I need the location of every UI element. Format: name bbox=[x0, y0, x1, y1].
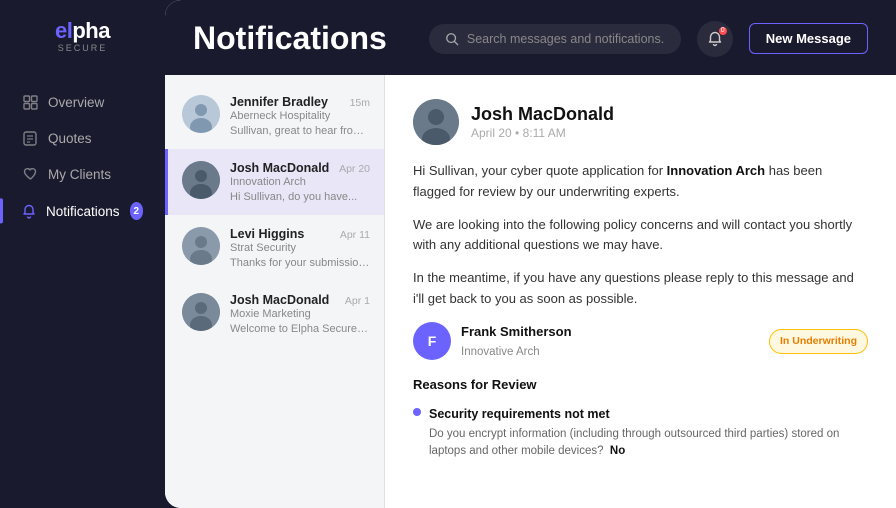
detail-body: Hi Sullivan, your cyber quote applicatio… bbox=[413, 161, 868, 484]
heart-icon bbox=[22, 166, 38, 182]
reason-content: Security requirements not met Do you enc… bbox=[429, 404, 868, 461]
notification-badge: 2 bbox=[130, 202, 143, 220]
reason-description: Do you encrypt information (including th… bbox=[429, 426, 868, 461]
message-time: Apr 20 bbox=[339, 163, 370, 175]
avatar-img bbox=[182, 227, 220, 265]
sidebar: elpha secure Overview bbox=[0, 0, 165, 508]
message-info: Jennifer Bradley 15m Aberneck Hospitalit… bbox=[230, 95, 370, 137]
detail-avatar bbox=[413, 99, 459, 145]
detail-header: Josh MacDonald April 20 • 8:11 AM bbox=[413, 99, 868, 145]
message-preview: Welcome to Elpha Secure y... bbox=[230, 323, 370, 335]
reviewer-avatar: F bbox=[413, 322, 451, 360]
sidebar-item-label: My Clients bbox=[48, 167, 111, 182]
file-icon bbox=[22, 130, 38, 146]
search-bar[interactable] bbox=[429, 24, 681, 54]
content-area: Jennifer Bradley 15m Aberneck Hospitalit… bbox=[165, 75, 896, 508]
avatar bbox=[182, 227, 220, 265]
company-highlight: Innovation Arch bbox=[667, 163, 765, 178]
sidebar-item-overview[interactable]: Overview bbox=[10, 85, 155, 119]
message-time: 15m bbox=[350, 97, 370, 109]
detail-paragraph-3: In the meantime, if you have any questio… bbox=[413, 268, 868, 310]
reviewer-card: F Frank Smitherson Innovative Arch In Un… bbox=[413, 322, 868, 361]
avatar-img bbox=[182, 161, 220, 199]
message-info: Josh MacDonald Apr 1 Moxie Marketing Wel… bbox=[230, 293, 370, 335]
reviewer-company: Innovative Arch bbox=[461, 343, 759, 361]
message-time: Apr 1 bbox=[345, 295, 370, 307]
bell-button[interactable]: 0 bbox=[697, 21, 733, 57]
avatar bbox=[182, 293, 220, 331]
list-item[interactable]: Jennifer Bradley 15m Aberneck Hospitalit… bbox=[165, 83, 384, 149]
sender-name: Levi Higgins bbox=[230, 227, 304, 241]
detail-paragraph-2: We are looking into the following policy… bbox=[413, 215, 868, 257]
reason-title: Security requirements not met bbox=[429, 404, 868, 424]
message-list: Jennifer Bradley 15m Aberneck Hospitalit… bbox=[165, 75, 385, 508]
message-preview: Hi Sullivan, do you have... bbox=[230, 191, 370, 203]
sidebar-item-label: Quotes bbox=[48, 131, 92, 146]
sender-company: Innovation Arch bbox=[230, 176, 370, 188]
page-title: Notifications bbox=[193, 20, 413, 57]
sender-name: Josh MacDonald bbox=[230, 161, 329, 175]
sidebar-item-clients[interactable]: My Clients bbox=[10, 157, 155, 191]
search-input[interactable] bbox=[467, 32, 665, 46]
avatar bbox=[182, 95, 220, 133]
reason-item: Security requirements not met Do you enc… bbox=[413, 404, 868, 461]
detail-avatar-img bbox=[413, 99, 459, 145]
message-time: Apr 11 bbox=[340, 229, 370, 241]
sender-company: Aberneck Hospitality bbox=[230, 110, 370, 122]
sender-company: Strat Security bbox=[230, 242, 370, 254]
logo-subtitle: secure bbox=[58, 43, 108, 53]
message-preview: Thanks for your submission... bbox=[230, 257, 370, 269]
detail-sender-name: Josh MacDonald bbox=[471, 104, 868, 125]
sender-name: Josh MacDonald bbox=[230, 293, 329, 307]
sidebar-item-notifications[interactable]: Notifications 2 bbox=[10, 193, 155, 229]
detail-timestamp: April 20 • 8:11 AM bbox=[471, 126, 868, 140]
list-item[interactable]: Levi Higgins Apr 11 Strat Security Thank… bbox=[165, 215, 384, 281]
bell-dot: 0 bbox=[719, 27, 727, 35]
avatar-img bbox=[182, 293, 220, 331]
detail-paragraph-1: Hi Sullivan, your cyber quote applicatio… bbox=[413, 161, 868, 203]
main-content: Notifications 0 New Message bbox=[165, 0, 896, 508]
bell-icon bbox=[22, 203, 36, 219]
avatar bbox=[182, 161, 220, 199]
logo-text: elpha bbox=[55, 20, 110, 42]
reviewer-name: Frank Smitherson bbox=[461, 322, 759, 343]
grid-icon bbox=[22, 94, 38, 110]
new-message-button[interactable]: New Message bbox=[749, 23, 868, 54]
sidebar-item-quotes[interactable]: Quotes bbox=[10, 121, 155, 155]
sender-company: Moxie Marketing bbox=[230, 308, 370, 320]
sidebar-item-label: Notifications bbox=[46, 204, 120, 219]
status-badge: In Underwriting bbox=[769, 329, 868, 354]
sidebar-item-label: Overview bbox=[48, 95, 104, 110]
reviewer-info: Frank Smitherson Innovative Arch bbox=[461, 322, 759, 361]
avatar-img bbox=[182, 95, 220, 133]
message-info: Levi Higgins Apr 11 Strat Security Thank… bbox=[230, 227, 370, 269]
detail-panel: Josh MacDonald April 20 • 8:11 AM Hi Sul… bbox=[385, 75, 896, 508]
active-indicator bbox=[0, 198, 3, 223]
detail-sender-info: Josh MacDonald April 20 • 8:11 AM bbox=[471, 104, 868, 140]
logo-area: elpha secure bbox=[0, 0, 165, 77]
search-icon bbox=[445, 32, 459, 46]
message-preview: Sullivan, great to hear from... bbox=[230, 125, 370, 137]
list-item[interactable]: Josh MacDonald Apr 1 Moxie Marketing Wel… bbox=[165, 281, 384, 347]
sidebar-nav: Overview Quotes My Clients bbox=[0, 85, 165, 229]
sender-name: Jennifer Bradley bbox=[230, 95, 328, 109]
page-header: Notifications 0 New Message bbox=[165, 0, 896, 75]
list-item[interactable]: Josh MacDonald Apr 20 Innovation Arch Hi… bbox=[165, 149, 384, 215]
message-info: Josh MacDonald Apr 20 Innovation Arch Hi… bbox=[230, 161, 370, 203]
reasons-title: Reasons for Review bbox=[413, 375, 868, 396]
reason-bullet bbox=[413, 408, 421, 416]
